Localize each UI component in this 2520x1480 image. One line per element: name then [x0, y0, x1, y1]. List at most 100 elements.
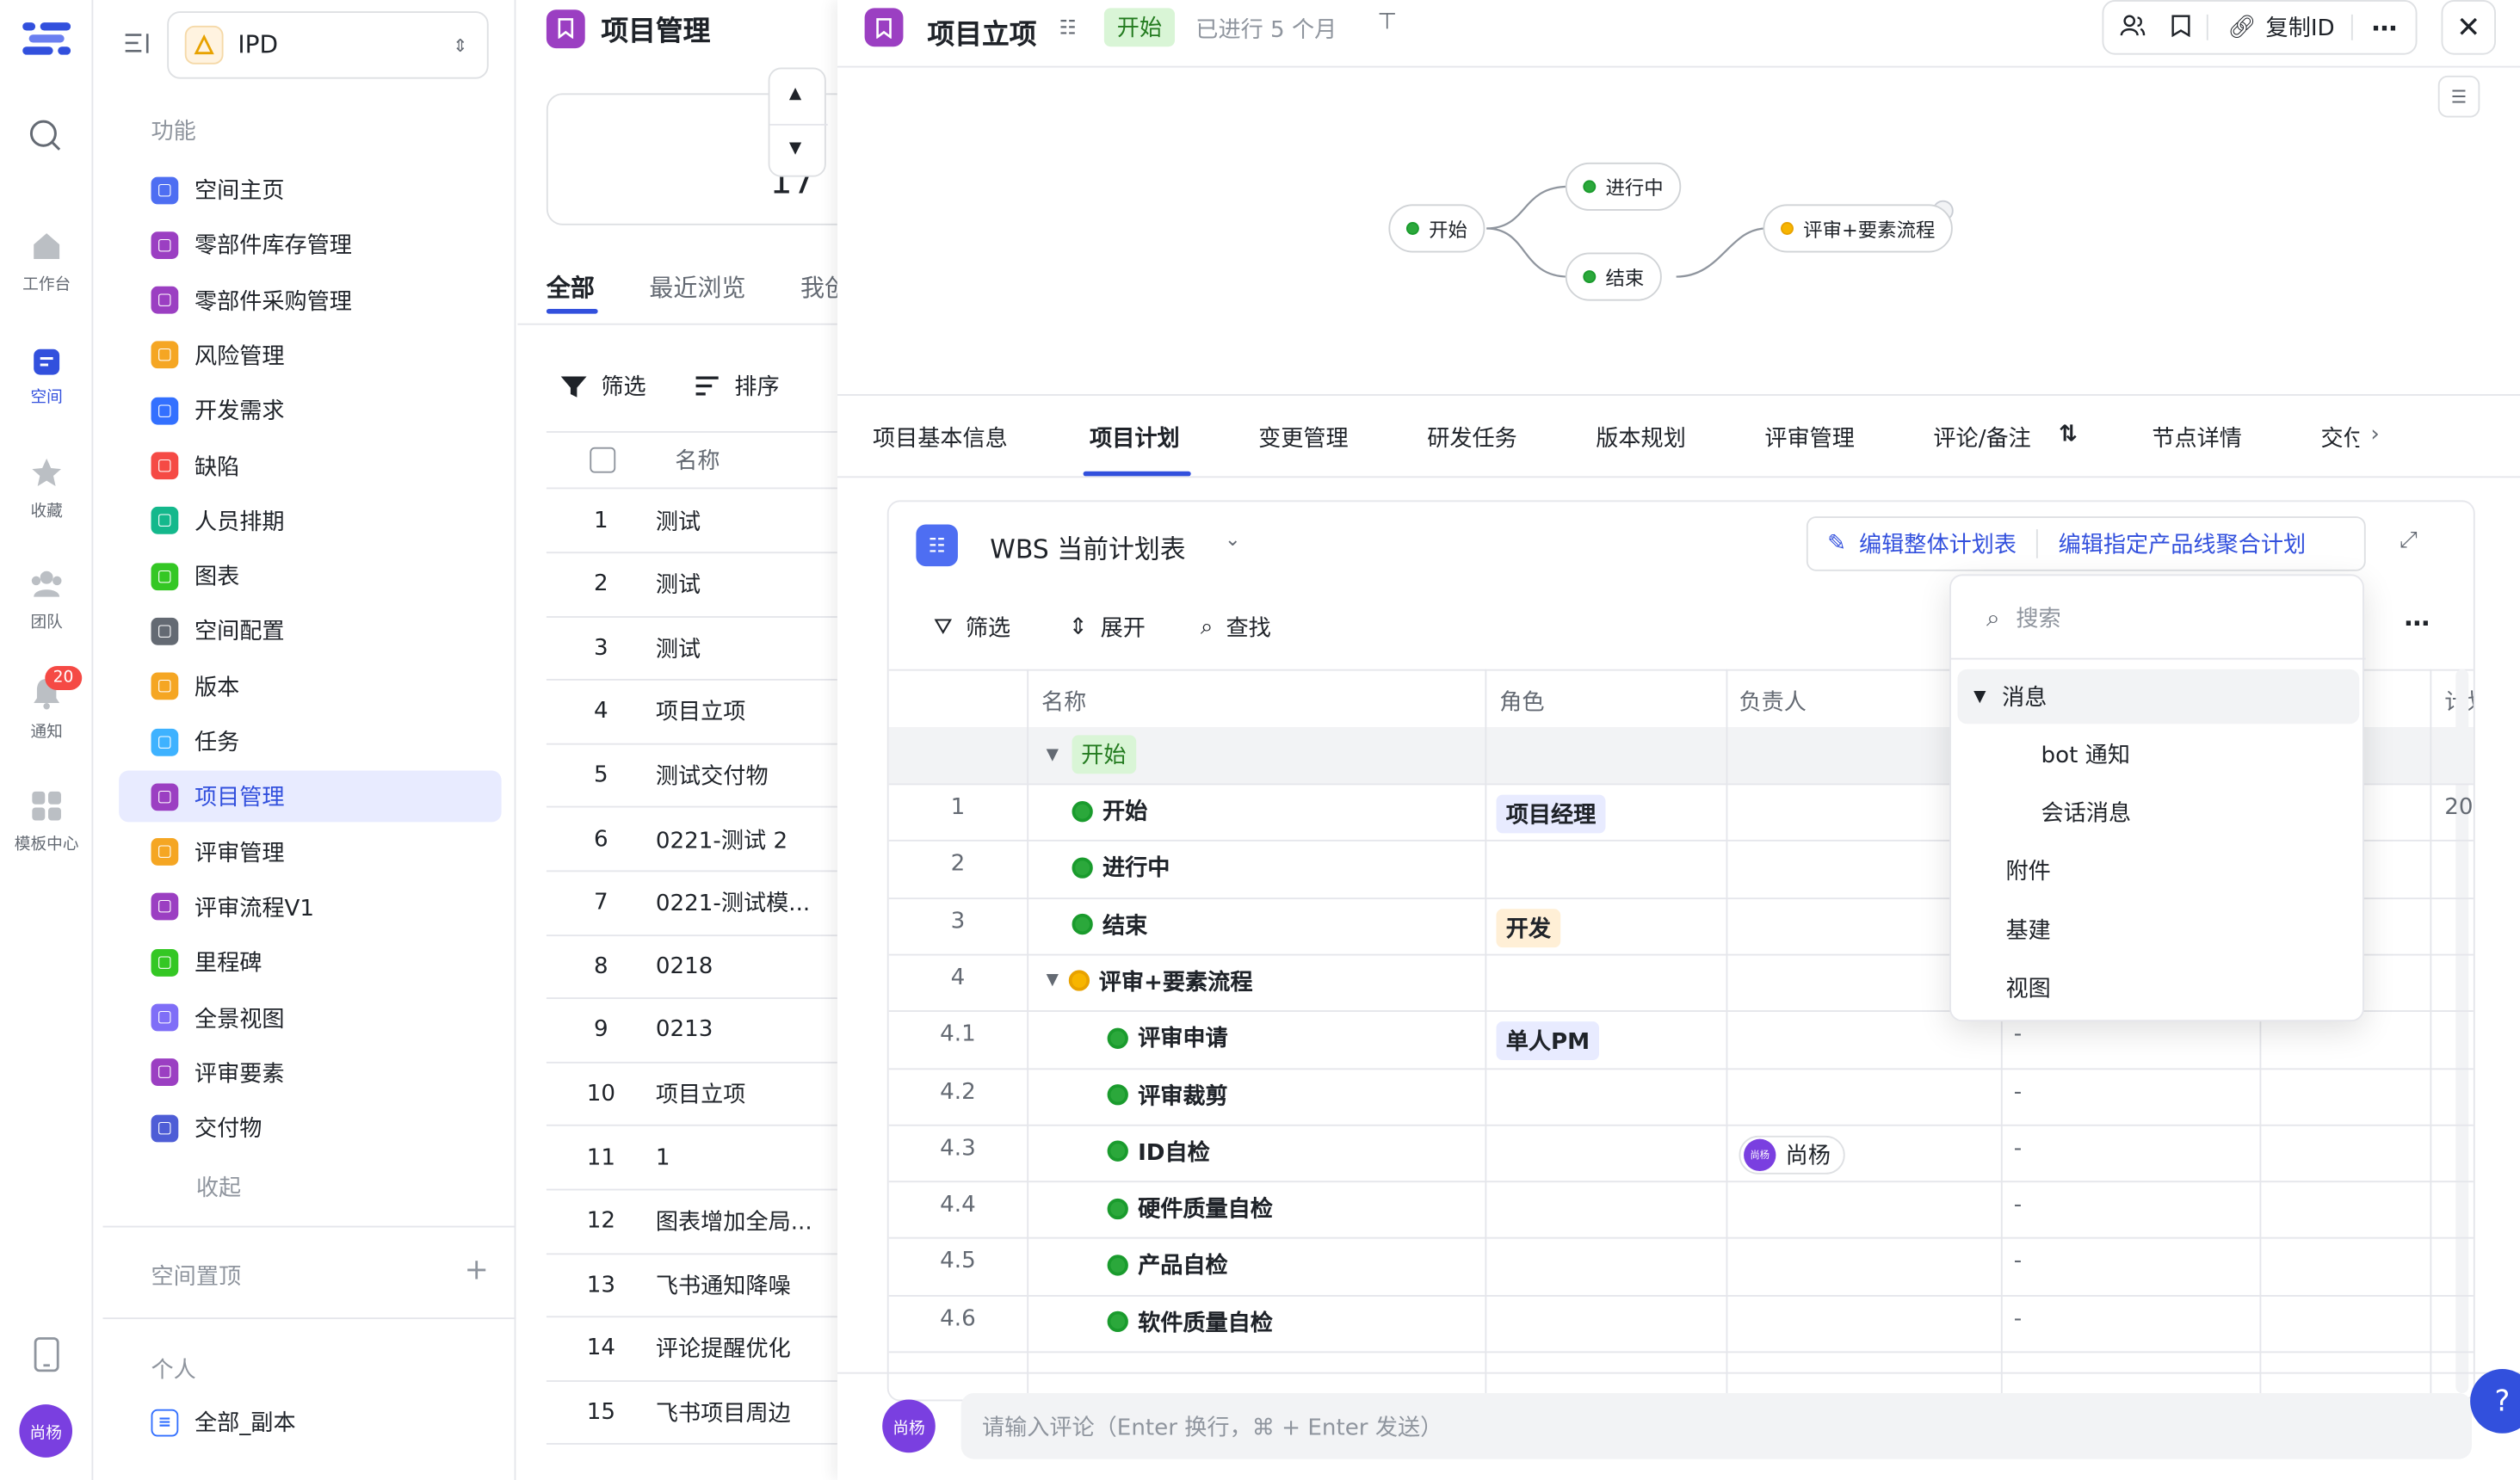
flow-node[interactable]: 进行中: [1565, 162, 1682, 211]
table-row[interactable]: 8 0218: [546, 935, 837, 1000]
app-logo[interactable]: [22, 19, 71, 64]
menu-item[interactable]: 会话消息: [2041, 785, 2443, 840]
owner-cell[interactable]: 尚杨 尚杨: [1739, 1135, 1845, 1175]
table-row[interactable]: 12 图表增加全局...: [546, 1190, 837, 1255]
arrow-down-icon[interactable]: ▼: [789, 140, 801, 158]
search-icon[interactable]: [28, 117, 63, 159]
caret-down-icon[interactable]: ▼: [1047, 972, 1059, 990]
table-row[interactable]: 3 测试: [546, 616, 837, 681]
sidebar-item[interactable]: ▢ 里程碑: [119, 936, 501, 988]
task-name[interactable]: 开始: [1072, 795, 1147, 827]
sidebar-item[interactable]: ▢ 评审要素: [119, 1047, 501, 1099]
flow-node[interactable]: 评审+要素流程: [1763, 204, 1953, 253]
wbs-title[interactable]: WBS 当前计划表: [990, 527, 1185, 566]
detail-tab[interactable]: 项目计划: [1090, 422, 1180, 453]
dropdown-search[interactable]: ⌕ 搜索: [1950, 576, 2366, 660]
sidebar-item[interactable]: ▢ 开发需求: [119, 385, 501, 436]
sidebar-item[interactable]: ▢ 交付物: [119, 1102, 501, 1154]
scroll-stepper[interactable]: ▲ ▼: [768, 67, 828, 177]
more-icon[interactable]: ⋯: [2405, 608, 2430, 639]
sort-button[interactable]: 排序: [695, 370, 780, 402]
task-name[interactable]: 进行中: [1072, 852, 1170, 884]
edit-all-button[interactable]: 编辑整体计划表: [1859, 527, 2017, 559]
arrow-up-icon[interactable]: ▲: [789, 85, 801, 103]
table-row[interactable]: 2 测试: [546, 552, 837, 618]
tab-recent[interactable]: 最近浏览: [649, 270, 745, 304]
flow-node[interactable]: 开始: [1388, 204, 1485, 253]
status-badge[interactable]: 开始: [1103, 8, 1176, 47]
sidebar-item[interactable]: ▢ 项目管理: [119, 771, 502, 823]
help-icon[interactable]: ?: [2470, 1369, 2520, 1434]
detail-tab[interactable]: 节点详情: [2152, 422, 2242, 453]
table-row[interactable]: 15 飞书项目周边: [546, 1381, 837, 1446]
tab-all[interactable]: 全部: [547, 270, 595, 304]
task-name[interactable]: 结束: [1072, 909, 1147, 940]
flow-node[interactable]: 结束: [1565, 252, 1662, 301]
sidebar-item[interactable]: ▢ 评审管理: [119, 826, 501, 878]
sidebar-item[interactable]: ▢ 评审流程V1: [119, 881, 501, 933]
sidebar-item[interactable]: ▢ 空间主页: [119, 164, 501, 216]
copy-id-button[interactable]: 复制ID: [2266, 11, 2335, 43]
task-name[interactable]: 评审裁剪: [1107, 1079, 1228, 1111]
detail-tab[interactable]: 评审管理: [1764, 422, 1855, 453]
outline-icon[interactable]: ☷: [1059, 16, 1077, 39]
collapse-link[interactable]: 收起: [196, 1171, 241, 1203]
mobile-icon[interactable]: [32, 1337, 61, 1379]
group-row[interactable]: ▼ 开始: [1047, 735, 1136, 774]
menu-item[interactable]: 基建: [2005, 903, 2407, 958]
menu-item[interactable]: 附件: [2005, 843, 2407, 898]
rail-team[interactable]: 团队: [0, 566, 93, 632]
sort-icon[interactable]: ⇅: [2059, 422, 2078, 447]
rail-workbench[interactable]: 工作台: [0, 228, 93, 294]
pin-icon[interactable]: ⊤: [1377, 9, 1397, 35]
tab-mine[interactable]: 我创: [800, 270, 837, 304]
sidebar-item[interactable]: ▢ 零部件库存管理: [119, 219, 501, 271]
detail-tab[interactable]: 交付: [2320, 422, 2359, 453]
chevron-right-icon[interactable]: ›: [2370, 422, 2379, 447]
filter-button[interactable]: 筛选: [559, 370, 646, 402]
sidebar-item[interactable]: ▢ 任务: [119, 716, 501, 768]
comment-input[interactable]: 请输入评论（Enter 换行，⌘ + Enter 发送）: [960, 1393, 2472, 1459]
wbs-expand-button[interactable]: ⇕ 展开: [1069, 611, 1146, 643]
sidebar-item[interactable]: ▢ 图表: [119, 551, 501, 602]
table-row[interactable]: 11 1: [546, 1126, 837, 1191]
bookmark-add-icon[interactable]: [2171, 12, 2190, 43]
table-row[interactable]: 1 测试: [546, 489, 837, 554]
table-row[interactable]: 5 测试交付物: [546, 743, 837, 809]
chevron-down-icon[interactable]: ⌄: [1225, 527, 1241, 550]
select-all-checkbox[interactable]: [590, 447, 616, 473]
sidebar-item[interactable]: ▢ 版本: [119, 661, 501, 712]
table-row[interactable]: 10 项目立项: [546, 1063, 837, 1127]
expand-icon[interactable]: ⤢: [2400, 527, 2418, 553]
task-name[interactable]: 硬件质量自检: [1107, 1193, 1273, 1224]
wbs-filter-button[interactable]: ⛛ 筛选: [934, 611, 1010, 643]
sidebar-item[interactable]: ▢ 全景视图: [119, 992, 501, 1044]
table-row[interactable]: 7 0221-测试模...: [546, 872, 837, 936]
task-name[interactable]: 软件质量自检: [1107, 1306, 1273, 1338]
detail-tab[interactable]: 评论/备注: [1933, 422, 2030, 453]
more-icon[interactable]: ⋯: [2372, 12, 2398, 43]
menu-group-messages[interactable]: ▼ 消息: [1957, 669, 2360, 725]
sidebar-item[interactable]: ▢ 风险管理: [119, 330, 501, 381]
edit-line-button[interactable]: 编辑指定产品线聚合计划: [2059, 527, 2307, 559]
sidebar-item[interactable]: ▢ 零部件采购管理: [119, 274, 501, 326]
menu-item[interactable]: bot 通知: [2041, 727, 2443, 782]
sidebar-item[interactable]: ▢ 人员排期: [119, 495, 501, 546]
close-button[interactable]: ✕: [2441, 0, 2496, 55]
table-row[interactable]: 13 飞书通知降噪: [546, 1254, 837, 1318]
sidebar-item[interactable]: ▢ 缺陷: [119, 440, 501, 491]
sidebar-item[interactable]: ▢ 空间配置: [119, 606, 501, 657]
rail-notifications[interactable]: 通知 20: [0, 666, 93, 742]
task-name[interactable]: 产品自检: [1107, 1249, 1228, 1281]
detail-tab[interactable]: 项目基本信息: [873, 422, 1008, 453]
detail-tab[interactable]: 版本规划: [1596, 422, 1686, 453]
task-name[interactable]: 评审申请: [1107, 1022, 1228, 1054]
table-row[interactable]: 6 0221-测试 2: [546, 808, 837, 873]
task-name[interactable]: ID自检: [1107, 1136, 1210, 1168]
table-row[interactable]: 9 0213: [546, 999, 837, 1064]
dropdown-search-input[interactable]: 搜索: [2016, 601, 2060, 632]
rail-space[interactable]: 空间: [0, 348, 93, 407]
scrollbar[interactable]: [2455, 669, 2469, 1394]
detail-tab[interactable]: 变更管理: [1258, 422, 1349, 453]
table-row[interactable]: 14 评论提醒优化: [546, 1317, 837, 1382]
